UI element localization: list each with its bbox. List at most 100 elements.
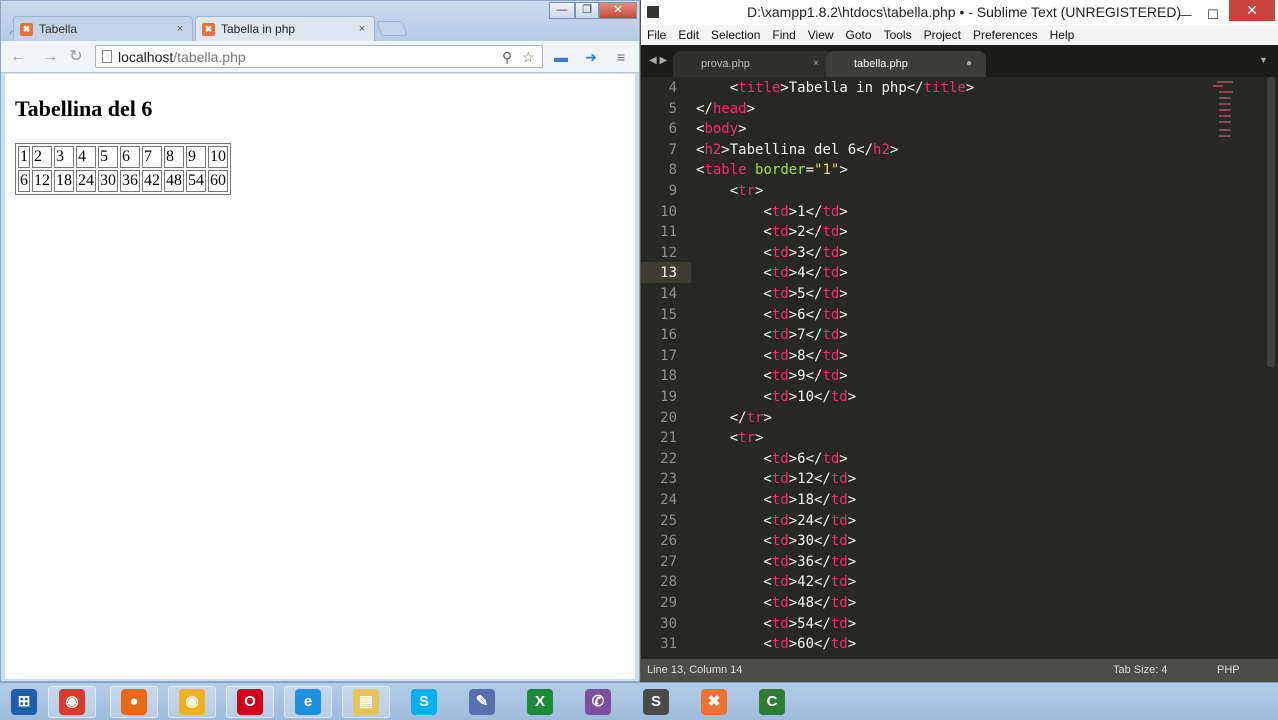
code-token: < — [696, 430, 739, 447]
search-icon[interactable]: ⚲ — [502, 49, 512, 66]
taskbar-item[interactable]: ◉ — [48, 686, 96, 718]
taskbar-item[interactable]: e — [284, 686, 332, 718]
taskbar-item[interactable]: ▤ — [342, 686, 390, 718]
table-cell: 5 — [98, 146, 118, 168]
line-number: 29 — [660, 595, 677, 611]
code-token: > — [847, 615, 857, 632]
line-number: 8 — [668, 162, 677, 179]
opera-icon: O — [237, 689, 263, 715]
menu-preferences[interactable]: Preferences — [967, 28, 1044, 42]
tab-modified-dot-icon[interactable]: ● — [966, 51, 972, 77]
table-cell: 36 — [120, 170, 140, 192]
table-cell: 2 — [32, 146, 52, 168]
windows-start-icon: ⊞ — [11, 689, 37, 715]
taskbar-item[interactable]: ● — [110, 686, 158, 718]
tab-close-icon[interactable]: × — [813, 51, 819, 77]
code-token: >18</ — [788, 492, 831, 508]
menu-file[interactable]: File — [641, 28, 672, 42]
code-token: < — [696, 615, 772, 632]
address-bar[interactable]: localhost/tabella.php ⚲ ☆ — [95, 45, 543, 68]
taskbar-item[interactable]: ⊞ — [0, 686, 48, 718]
tab-close-icon[interactable]: × — [174, 23, 186, 35]
taskbar-item[interactable]: S — [632, 686, 680, 718]
code-token: > — [755, 183, 764, 199]
back-button[interactable]: ← — [7, 47, 29, 67]
code-token: td — [771, 306, 789, 323]
line-number: 27 — [660, 553, 677, 570]
menu-goto[interactable]: Goto — [840, 28, 878, 42]
code-token: td — [822, 224, 840, 241]
code-token: < — [696, 450, 772, 467]
file-explorer-icon: ▤ — [353, 689, 379, 715]
code-line: <td>6</td> — [696, 305, 847, 325]
chrome-minimize-button[interactable]: — — [549, 2, 575, 19]
menu-view[interactable]: View — [802, 28, 840, 42]
code-token: > — [847, 533, 857, 550]
code-token: >8</ — [788, 347, 823, 364]
taskbar-item[interactable]: C — [748, 686, 796, 718]
code-token: td — [771, 574, 789, 591]
taskbar-item[interactable]: O — [226, 686, 274, 718]
sublime-close-button[interactable]: ✕ — [1229, 0, 1275, 21]
code-token: tr — [738, 183, 756, 199]
taskbar-item[interactable]: ✆ — [574, 686, 622, 718]
chrome-close-button[interactable]: ✕ — [599, 2, 637, 19]
tab-prova-php[interactable]: prova.php × — [673, 51, 833, 77]
extension-icon[interactable]: ▬ — [551, 48, 571, 66]
bookmark-star-icon[interactable]: ☆ — [522, 49, 535, 66]
minimap[interactable] — [1213, 77, 1253, 147]
line-number: 21 — [660, 430, 677, 447]
line-number: 16 — [660, 327, 677, 344]
code-line: <tr> — [696, 428, 764, 448]
page-heading: Tabellina del 6 — [15, 96, 153, 121]
taskbar-item[interactable]: ◉ — [168, 686, 216, 718]
taskbar-item[interactable]: X — [516, 686, 564, 718]
code-token: td — [822, 347, 840, 364]
table-cell: 42 — [142, 170, 162, 192]
code-token: >30</ — [788, 533, 831, 550]
chrome-restore-button[interactable]: ❐ — [575, 2, 599, 19]
code-token: = — [805, 162, 815, 179]
tab-label: prova.php — [701, 58, 750, 70]
new-tab-button[interactable] — [376, 21, 408, 36]
reload-button[interactable]: ↻ — [65, 47, 87, 67]
sublime-maximize-button[interactable]: ☐ — [1199, 2, 1227, 27]
menu-project[interactable]: Project — [918, 28, 967, 42]
taskbar-item[interactable]: ✖ — [690, 686, 738, 718]
address-path: /tabella.php — [173, 48, 246, 65]
menu-selection[interactable]: Selection — [705, 28, 766, 42]
tab-tabella[interactable]: ✖ Tabella × — [13, 16, 193, 41]
table-cell: 4 — [76, 146, 96, 168]
code-token: td — [822, 203, 840, 220]
code-line: <table border="1"> — [696, 160, 848, 180]
tab-scroll-arrows-icon[interactable]: ◀ ▶ — [649, 55, 667, 66]
code-token: td — [771, 244, 789, 261]
xampp-favicon-icon: ✖ — [20, 22, 33, 36]
menu-find[interactable]: Find — [766, 28, 801, 42]
extension-arrow-icon[interactable]: ➜ — [581, 48, 601, 66]
taskbar-item[interactable]: S — [400, 686, 448, 718]
menu-tools[interactable]: Tools — [878, 28, 918, 42]
code-token: >36</ — [788, 553, 831, 570]
code-token: > — [746, 100, 756, 117]
menu-icon[interactable]: ≡ — [611, 48, 631, 66]
code-token: < — [696, 574, 772, 591]
sublime-minimize-button[interactable]: — — [1171, 2, 1199, 27]
menu-help[interactable]: Help — [1044, 28, 1081, 42]
syntax-indicator[interactable]: PHP — [1217, 659, 1240, 682]
line-number: 23 — [660, 471, 677, 488]
tab-close-icon[interactable]: × — [356, 23, 368, 35]
code-line: <td>54</td> — [696, 614, 856, 634]
tab-tabella-php[interactable]: tabella.php ● — [826, 51, 986, 77]
code-token: < — [696, 306, 772, 323]
tab-tabella-in-php[interactable]: ✖ Tabella in php × — [195, 16, 375, 41]
code-editor[interactable]: 4 5 6 7 8 9 10 11 12 13 14 15 16 17 18 19 20 21 22 23 24 25 26… — [641, 77, 1278, 659]
tab-dropdown-icon[interactable]: ▼ — [1259, 55, 1268, 65]
tab-size-indicator[interactable]: Tab Size: 4 — [1113, 659, 1167, 682]
menu-edit[interactable]: Edit — [672, 28, 705, 42]
code-token: >42</ — [788, 574, 831, 591]
forward-button[interactable]: → — [39, 47, 61, 67]
taskbar-item[interactable]: ✎ — [458, 686, 506, 718]
vertical-scrollbar[interactable] — [1267, 77, 1275, 367]
line-number: 28 — [660, 574, 677, 591]
